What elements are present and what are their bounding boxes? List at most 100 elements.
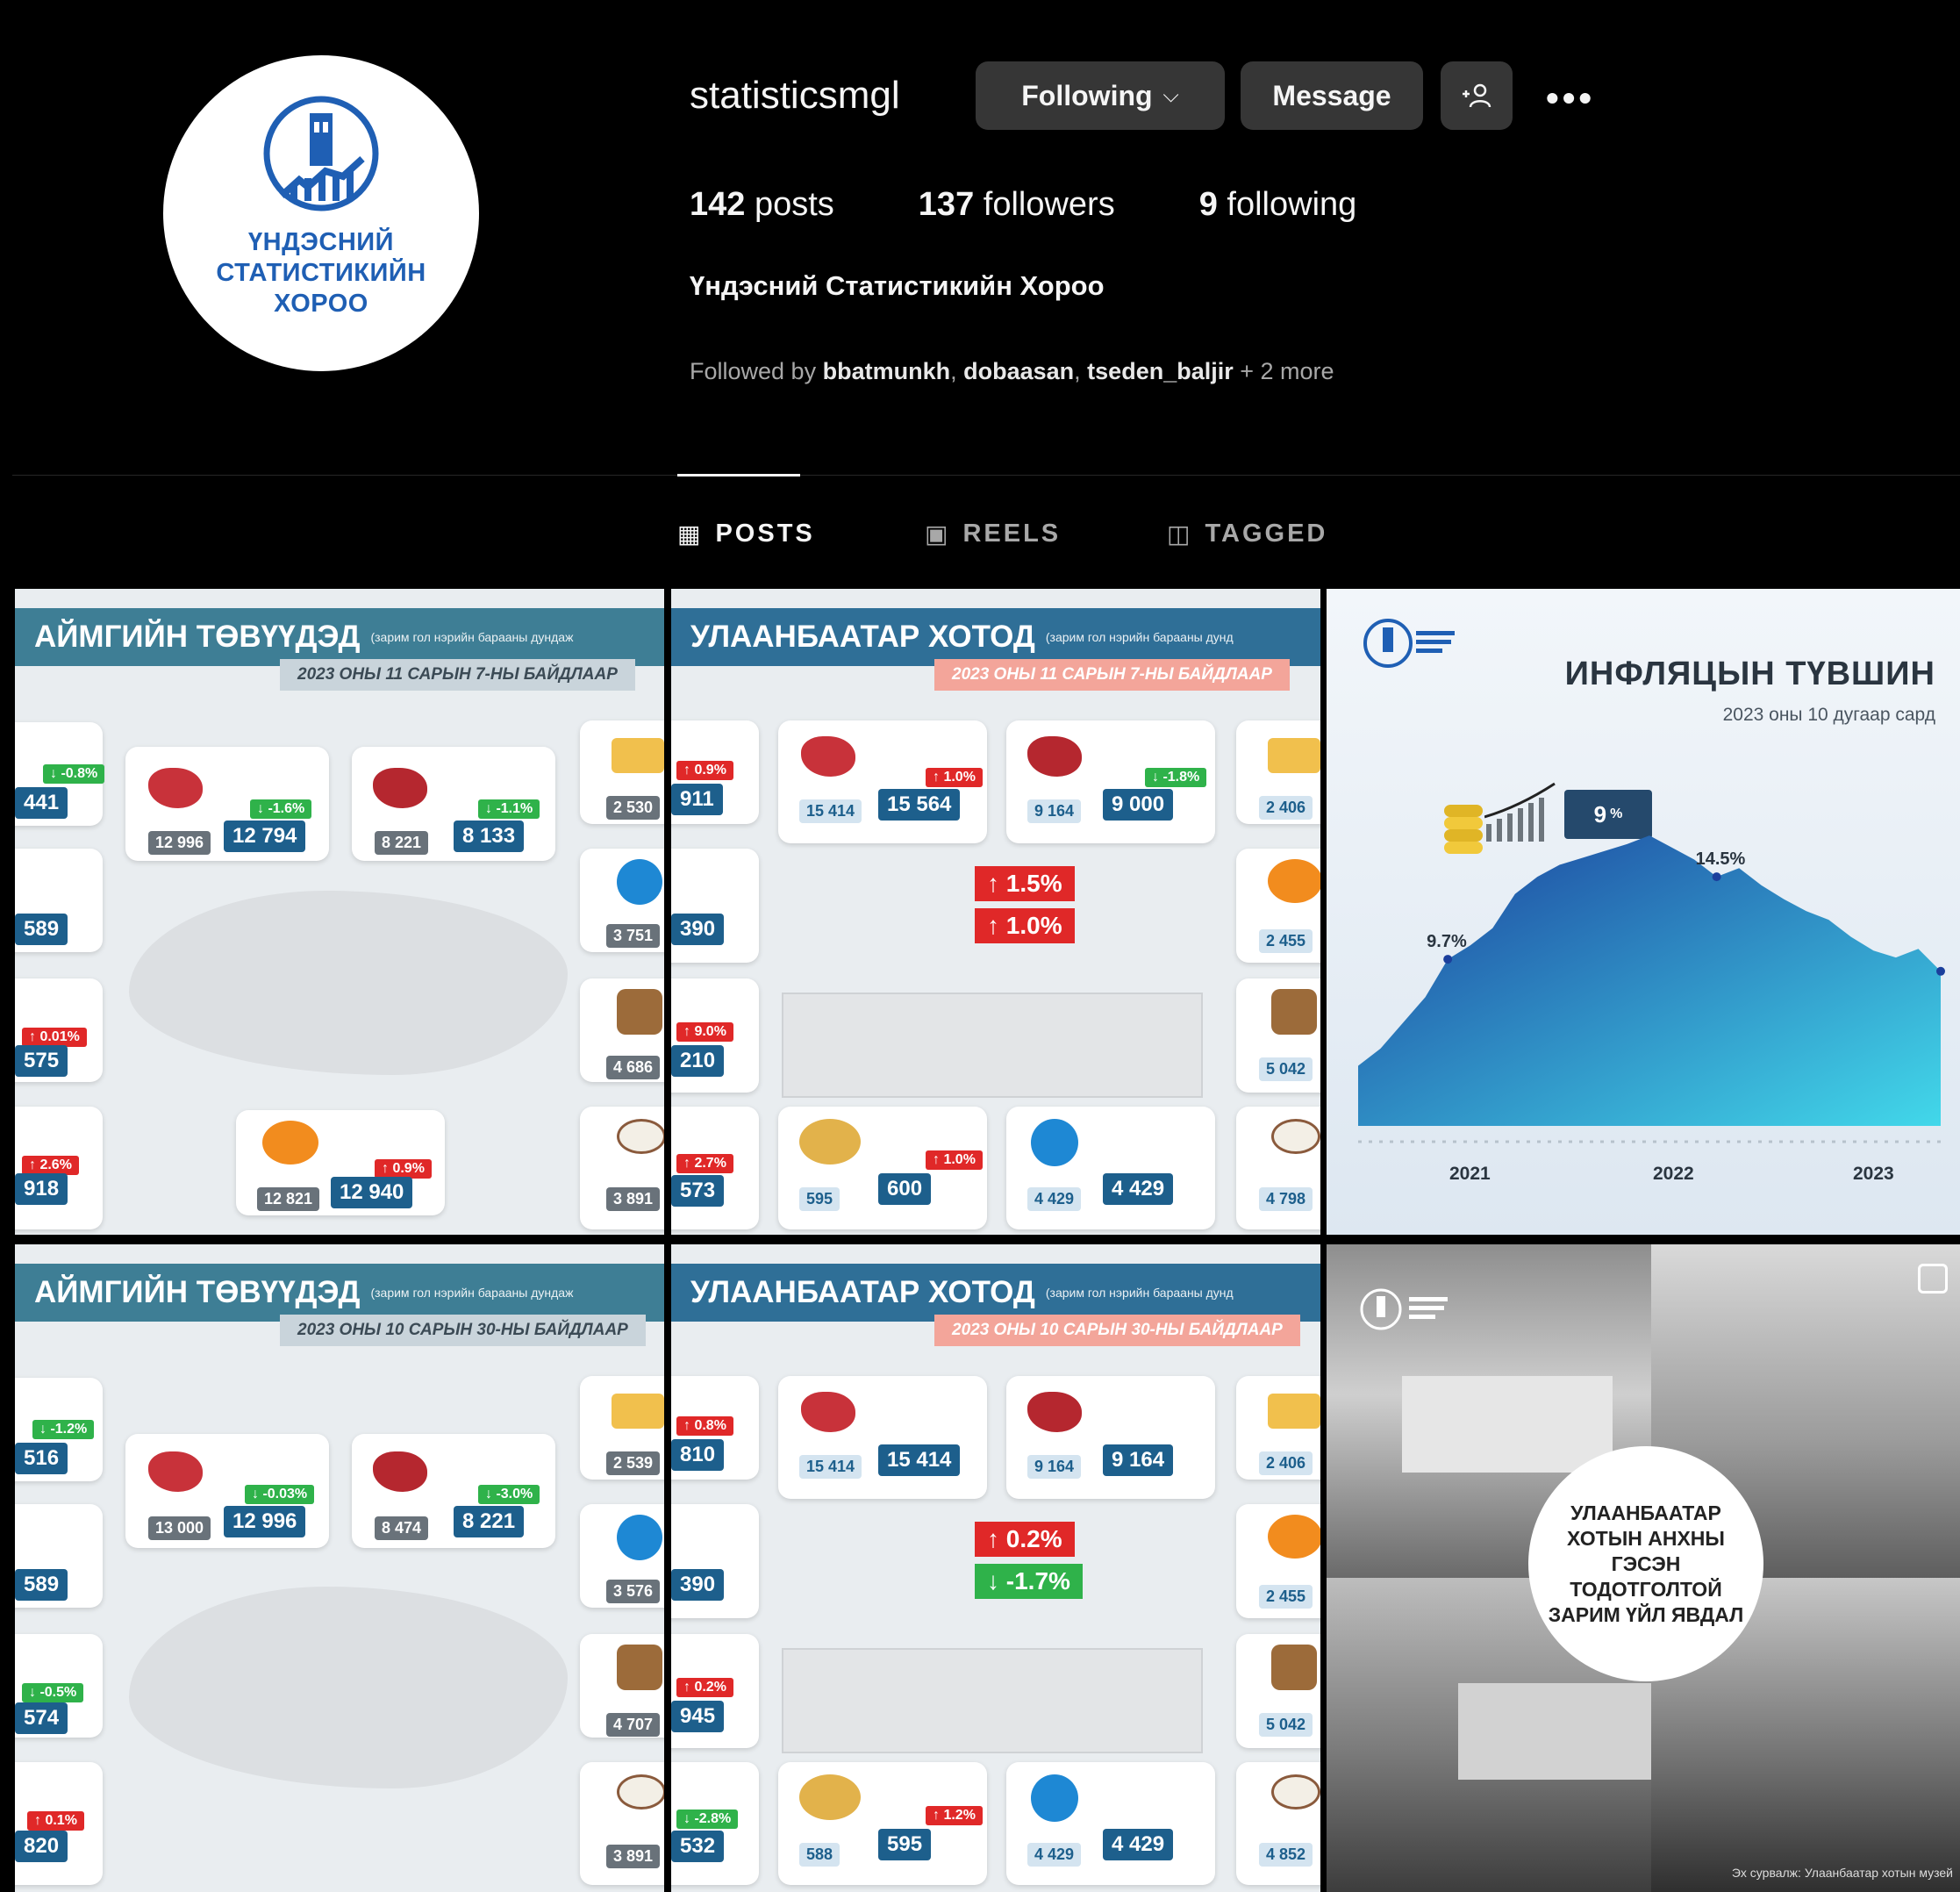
post-tile[interactable]: УЛААНБААТАР ХОТОД (зарим гол нэрийн бараа… [671,1244,1320,1892]
change-badge: ↑ 0.01% [22,1028,87,1047]
price-value: 532 [671,1831,725,1862]
following-count[interactable]: 9 following [1199,186,1357,224]
username: statisticsmgl [690,74,900,117]
data-point [1936,966,1945,976]
price-value: 390 [671,914,725,945]
tab-reels-label: REELS [962,520,1062,548]
follower-link[interactable]: dobaasan [963,358,1074,384]
post-title: УЛААНБААТАР ХОТОД [690,1275,1035,1309]
change-badge: ↑ 0.9% [375,1159,432,1179]
flour-sack-icon [617,989,662,1035]
follower-link[interactable]: bbatmunkh [823,358,951,384]
price-value: 8 133 [454,821,525,852]
historic-building [1402,1376,1613,1473]
price-value: 573 [671,1175,725,1207]
price-value: 3 891 [606,1845,661,1868]
post-title: АЙМГИЙН ТӨВҮҮДЭД [34,620,361,654]
milk-icon [1031,1119,1078,1166]
price-value: 15 414 [799,1455,862,1479]
followed-by[interactable]: Followed by bbatmunkh, dobaasan, tseden_… [690,358,1334,385]
follower-link[interactable]: tseden_baljir [1087,358,1234,384]
price-value: 12 821 [257,1187,320,1211]
price-value: 12 996 [224,1506,306,1537]
followers-count-value: 137 [918,186,975,223]
price-value: 15 564 [878,789,961,821]
followed-by-more[interactable]: + 2 more [1240,358,1334,384]
egg-basket-icon [799,1119,861,1165]
price-value: 595 [878,1829,932,1860]
milk-icon [1031,1774,1078,1822]
change-tag: ↓ -1.7% [975,1564,1083,1599]
price-value: 4 429 [1027,1843,1082,1867]
tab-tagged[interactable]: ◫ TAGGED [1167,520,1327,548]
change-badge: ↑ 1.2% [926,1806,983,1825]
message-button[interactable]: Message [1241,61,1423,130]
statistics-logo-icon [1360,1288,1448,1330]
add-user-icon [1463,83,1491,108]
post-title-note: (зарим гол нэрийн барааны дундаж [370,630,574,644]
tab-posts[interactable]: ▦ POSTS [677,520,815,548]
price-value: 588 [799,1843,841,1867]
price-value: 516 [15,1443,68,1474]
more-options-icon[interactable]: ••• [1546,77,1595,119]
price-value: 3 891 [606,1187,661,1211]
tab-reels[interactable]: ▣ REELS [925,520,1061,548]
rice-icon [617,1774,664,1810]
followers-count[interactable]: 137 followers [919,186,1115,224]
price-value: 4 429 [1103,1173,1174,1205]
price-value: 9 164 [1027,1455,1082,1479]
post-subtitle: 2023 ОНЫ 11 САРЫН 7-НЫ БАЙДЛААР [934,659,1290,691]
posts-count-label: posts [754,186,834,223]
tagged-icon: ◫ [1167,520,1193,548]
change-badge: ↑ 0.1% [27,1811,84,1831]
post-title-note: (зарим гол нэрийн барааны дунд [1045,1286,1234,1300]
posts-count-value: 142 [690,186,746,223]
posts-count[interactable]: 142 posts [690,186,834,224]
price-value: 575 [15,1045,68,1077]
price-value: 13 000 [148,1516,211,1540]
full-name: Үндэсний Статистикийн Хороо [690,270,1105,301]
price-value: 390 [671,1569,725,1601]
chevron-down-icon: ⌵ [1162,83,1179,107]
price-value: 3 751 [606,924,661,948]
price-value: 4 429 [1027,1187,1082,1211]
change-badge: ↓ -3.0% [478,1485,540,1504]
post-title-note: (зарим гол нэрийн барааны дундаж [370,1286,574,1300]
price-value: 2 539 [606,1451,661,1475]
message-button-label: Message [1272,79,1391,111]
price-card [671,849,759,963]
post-subtitle: 2023 ОНЫ 10 САРЫН 30-НЫ БАЙДЛААР [934,1315,1300,1346]
price-value: 820 [15,1831,68,1862]
price-value: 2 530 [606,796,661,820]
bread-icon [1268,859,1320,903]
post-tile[interactable]: АЙМГИЙН ТӨВҮҮДЭД (зарим гол нэрийн бараан… [15,589,664,1235]
carousel-icon [1918,1264,1948,1294]
price-value: 4 798 [1259,1187,1313,1211]
photo-source: Эх сурвалж: Улаанбаатар хотын музей [1731,1866,1953,1880]
post-title-note: (зарим гол нэрийн барааны дунд [1045,630,1234,644]
tab-posts-label: POSTS [715,520,815,548]
rice-icon [1271,1774,1320,1810]
price-value: 911 [671,784,723,815]
profile-avatar[interactable]: ҮНДЭСНИЙ СТАТИСТИКИЙН ХОРОО [163,55,479,371]
price-value: 12 996 [148,831,211,855]
mongolia-map [129,1587,568,1788]
reels-icon: ▣ [925,520,951,548]
price-value: 12 794 [224,821,306,852]
post-tile[interactable]: УЛААНБААТАР ХОТОД (зарим гол нэрийн бараа… [671,589,1320,1235]
post-tile[interactable]: УЛААНБААТАР ХОТЫН АНХНЫ ГЭСЭН ТОДОТГОЛТО… [1327,1244,1960,1892]
suggested-users-button[interactable] [1441,61,1513,130]
change-badge: ↑ 0.9% [676,761,733,780]
post-caption-circle: УЛААНБААТАР ХОТЫН АНХНЫ ГЭСЭН ТОДОТГОЛТО… [1528,1446,1763,1681]
post-tile[interactable]: АЙМГИЙН ТӨВҮҮДЭД (зарим гол нэрийн бараан… [15,1244,664,1892]
rice-icon [1271,1119,1320,1154]
price-value: 574 [15,1702,68,1734]
post-banner: АЙМГИЙН ТӨВҮҮДЭД (зарим гол нэрийн бараан… [15,1264,664,1322]
price-value: 9 164 [1027,799,1082,823]
active-tab-indicator [677,474,800,477]
price-value: 5 042 [1259,1713,1313,1737]
following-button[interactable]: Following ⌵ [976,61,1225,130]
post-tile[interactable]: ИНФЛЯЦЫН ТҮВШИН 2023 оны 10 дугаар сард … [1327,589,1960,1235]
price-value: 9 164 [1103,1444,1174,1476]
post-title: УЛААНБААТАР ХОТОД [690,620,1035,654]
